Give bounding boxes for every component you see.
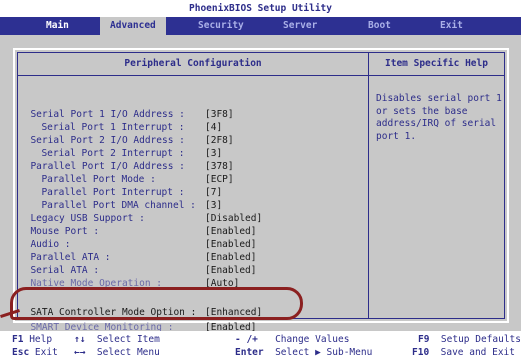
key-f9: F9 [418,334,430,345]
setting-legacy-usb[interactable]: Legacy USB Support : [Disabled] [19,201,262,224]
setting-parallel-ata[interactable]: Parallel ATA : [Enabled] [19,240,256,263]
key-updown: ↑↓ [74,334,86,345]
setting-value[interactable]: [Enabled] [205,265,256,277]
key-f9-label: Setup Defaults [440,334,521,345]
setting-serial1-address[interactable]: Serial Port 1 I/O Address : [3F8] [19,97,233,120]
help-text: Disables serial port 1 or sets the base … [376,93,502,142]
setting-value[interactable]: [ECP] [205,174,234,186]
setting-value[interactable]: [2F8] [205,135,234,147]
setting-serial1-interrupt[interactable]: Serial Port 1 Interrupt : [4] [19,110,222,133]
key-minus-plus: - /+ [235,334,258,345]
setting-parallel-address[interactable]: Parallel Port I/O Address : [378] [19,149,233,172]
setting-audio[interactable]: Audio : [Enabled] [19,227,256,250]
setting-value[interactable]: [Enabled] [205,226,256,238]
tab-boot[interactable]: Boot [368,17,391,35]
footer-esc: Esc Exit [12,347,58,359]
setting-value[interactable]: [3F8] [205,109,234,121]
key-minus-plus-label: Change Values [275,334,350,345]
setting-serial2-address[interactable]: Serial Port 2 I/O Address : [2F8] [19,123,233,146]
tab-security[interactable]: Security [198,17,244,35]
setting-value[interactable]: [7] [205,187,222,199]
key-enter-label: Select ▶ Sub-Menu [275,347,373,358]
footer-f10: F10 Save and Exit [412,347,515,359]
key-leftright: ←→ [74,347,86,358]
tab-main[interactable]: Main [46,17,69,35]
setting-value[interactable]: [3] [205,148,222,160]
menu-bar: Main Advanced Security Server Boot Exit [0,17,521,35]
key-f1: F1 [12,334,24,345]
footer-enter: Enter Select ▶ Sub-Menu [235,347,372,359]
setting-serial-ata[interactable]: Serial ATA : [Enabled] [19,253,256,276]
key-leftright-label: Select Menu [96,347,160,358]
tab-advanced[interactable]: Advanced [100,17,166,35]
setting-parallel-dma[interactable]: Parallel Port DMA channel : [3] [19,188,222,211]
tab-server[interactable]: Server [283,17,317,35]
setting-value[interactable]: [378] [205,161,234,173]
setting-value[interactable]: [Enabled] [205,239,256,251]
key-updown-label: Select Item [96,334,160,345]
key-f1-label: Help [29,334,53,345]
setting-value[interactable]: [Enabled] [205,252,256,264]
setting-value[interactable]: [Disabled] [205,213,262,225]
footer-minus: - /+ Change Values [235,334,349,346]
help-title: Item Specific Help [385,58,488,69]
panel-divider-horizontal [18,75,504,76]
footer-f9: F9 Setup Defaults [418,334,521,346]
footer-updown: ↑↓ Select Item [74,334,160,346]
setting-parallel-mode[interactable]: Parallel Port Mode : [ECP] [19,162,233,185]
footer-f1: F1 Help [12,334,52,346]
panel-divider-vertical [368,53,369,318]
window-title: PhoenixBIOS Setup Utility [0,0,521,17]
page-title: Peripheral Configuration [124,58,262,69]
key-f10-label: Save and Exit [440,347,515,358]
setting-mouse-port[interactable]: Mouse Port : [Enabled] [19,214,256,237]
setting-serial2-interrupt[interactable]: Serial Port 2 Interrupt : [3] [19,136,222,159]
setting-value[interactable]: [3] [205,200,222,212]
key-esc-label: Exit [34,347,58,358]
footer-leftright: ←→ Select Menu [74,347,160,359]
key-enter: Enter [235,347,264,358]
setting-parallel-interrupt[interactable]: Parallel Port Interrupt : [7] [19,175,222,198]
setting-value[interactable]: [4] [205,122,222,134]
key-esc: Esc [12,347,30,358]
tab-exit[interactable]: Exit [440,17,463,35]
footer-keys: F1 Help ↑↓ Select Item - /+ Change Value… [0,331,521,360]
setting-native-mode[interactable]: Native Mode Operation : [Auto] [19,266,239,289]
key-f10: F10 [412,347,430,358]
highlight-circle [10,287,303,320]
